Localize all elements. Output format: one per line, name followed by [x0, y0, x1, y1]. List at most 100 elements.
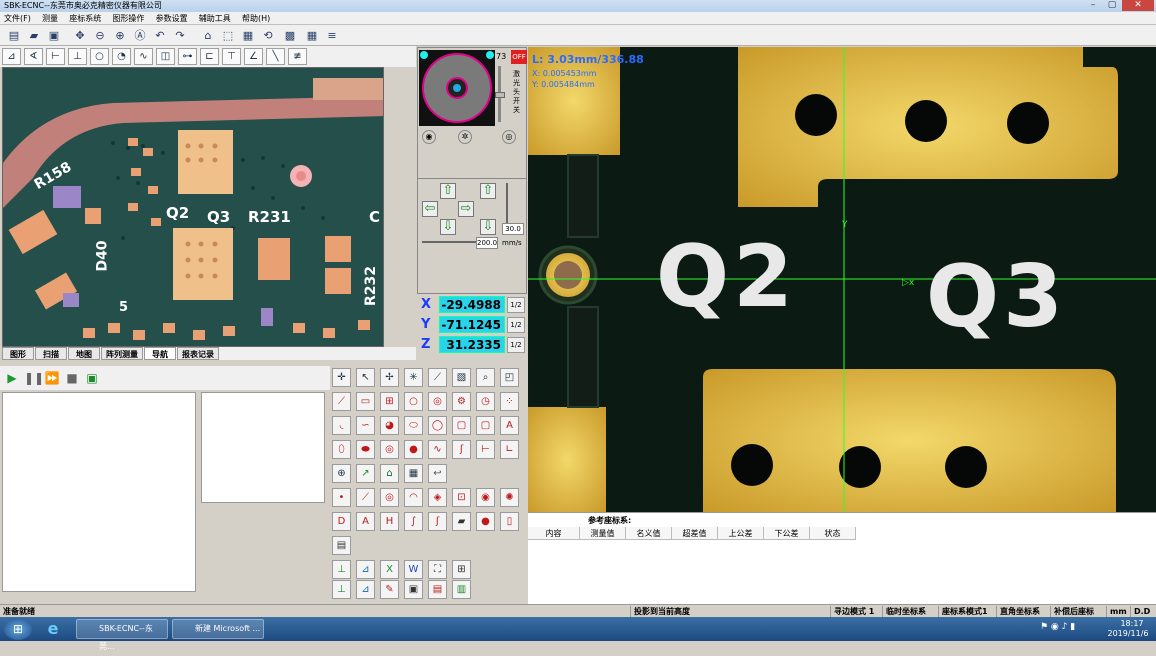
speed-slider-track[interactable] [422, 241, 476, 243]
dot-point-icon[interactable]: • [332, 488, 351, 507]
menu-coordinate[interactable]: 座标系统 [65, 12, 105, 25]
align-arrow-icon[interactable]: ↗ [356, 464, 375, 483]
slash-tool-icon[interactable]: ╲ [266, 48, 285, 65]
red-gear-icon[interactable]: ✺ [500, 488, 519, 507]
close-button[interactable]: ✕ [1122, 0, 1154, 11]
coord-translate-icon[interactable]: ⊥ [332, 580, 351, 599]
project-height-button[interactable]: 投影到当前高度 [630, 606, 780, 617]
grid-icon[interactable]: ▦ [304, 28, 320, 43]
text-icon[interactable]: Ⓐ [132, 28, 148, 43]
maximize-button[interactable]: ▢ [1103, 0, 1121, 11]
camera-snap-icon[interactable]: ◰ [500, 368, 519, 387]
open-folder-icon[interactable]: ▰ [26, 28, 42, 43]
tab-scan[interactable]: 扫描 [35, 347, 67, 360]
point-tool-icon[interactable]: ✛ [332, 368, 351, 387]
jog-up-arrow-icon[interactable]: ⇧ [440, 183, 456, 199]
rounded-rect-icon[interactable]: ▢ [476, 416, 495, 435]
red-arc-icon[interactable]: ◠ [404, 488, 423, 507]
back-arrow-icon[interactable]: ↩ [428, 464, 447, 483]
menu-file[interactable]: 文件(F) [0, 12, 35, 25]
step-value-field[interactable]: 30.0 [502, 223, 524, 235]
red-diamond-icon[interactable]: ◈ [428, 488, 447, 507]
angle3-tool-icon[interactable]: ∠ [244, 48, 263, 65]
jog-left-arrow-icon[interactable]: ⇦ [422, 201, 438, 217]
height-h-icon[interactable]: H [380, 512, 399, 531]
word-icon[interactable]: W [404, 560, 423, 579]
play-icon[interactable]: ▶ [4, 370, 20, 386]
tab-report[interactable]: 报表记录 [177, 347, 219, 360]
redo-icon[interactable]: ↷ [172, 28, 188, 43]
freeform-icon[interactable]: ʃ [452, 440, 471, 459]
stamp-icon[interactable]: ⌂ [380, 464, 399, 483]
new-file-icon[interactable]: ▤ [6, 28, 22, 43]
tab-map[interactable]: 地图 [68, 347, 100, 360]
line-fit-icon[interactable]: ⟋ [332, 392, 351, 411]
slot-icon[interactable]: ▢ [452, 416, 471, 435]
mit-icon[interactable]: ▤ [428, 580, 447, 599]
ring-light-icon[interactable] [419, 50, 495, 126]
red-rect-icon[interactable]: ⊡ [452, 488, 471, 507]
height-tool-icon[interactable]: ⊥ [68, 48, 87, 65]
main-camera-view[interactable]: Y ▷x Q2 Q3 L: 3.03mm/336.88 X: 0.005453m… [528, 47, 1156, 512]
rect-measure-icon[interactable]: ▭ [356, 392, 375, 411]
vertical-tool-icon[interactable]: ⊤ [222, 48, 241, 65]
taskbar-sbk-app[interactable]: SBK-ECNC--东莞... [76, 619, 168, 651]
dark-circle-icon[interactable]: ● [404, 440, 423, 459]
magnifier-icon[interactable]: ⌕ [476, 368, 495, 387]
red-ring-icon[interactable]: ◉ [476, 488, 495, 507]
dd-status[interactable]: D.D [1130, 606, 1153, 617]
rect-coord-status[interactable]: 直角坐标系 [996, 606, 1043, 617]
comp-coord-status[interactable]: 补偿后座标 [1050, 606, 1097, 617]
coord-mode-status[interactable]: 座标系模式1 [938, 606, 991, 617]
double-rect-icon[interactable]: ⊞ [380, 392, 399, 411]
oval-icon[interactable]: ⬯ [332, 440, 351, 459]
clock-date[interactable]: 2019/11/6 [1104, 629, 1152, 638]
curve-s-icon[interactable]: ∫ [404, 512, 423, 531]
dotted-circle-icon[interactable]: ⁘ [500, 392, 519, 411]
gear-circle-icon[interactable]: ⚙ [452, 392, 471, 411]
red-line-icon[interactable]: ⟋ [356, 488, 375, 507]
clock-time[interactable]: 18:17 [1112, 619, 1152, 628]
crosshair-icon[interactable]: ⊕ [332, 464, 351, 483]
col-upper-tol[interactable]: 上公差 [718, 527, 764, 540]
col-lower-tol[interactable]: 下公差 [764, 527, 810, 540]
x-half-button[interactable]: 1/2 [507, 297, 525, 313]
jog-right-arrow-icon[interactable]: ⇨ [458, 201, 474, 217]
move-icon[interactable]: ✥ [72, 28, 88, 43]
hatch-tool-icon[interactable]: ≢ [288, 48, 307, 65]
ellipse-icon[interactable]: ⬭ [404, 416, 423, 435]
tab-array-measure[interactable]: 阵列测量 [101, 347, 143, 360]
edge-mode-status[interactable]: 寻边模式 1 [830, 606, 877, 617]
curve-measure-icon[interactable]: ∽ [356, 416, 375, 435]
jog-z-up-arrow-icon[interactable]: ⇧ [480, 183, 496, 199]
zoom-icon[interactable]: ⊖ [92, 28, 108, 43]
sector-icon[interactable]: ◕ [380, 416, 399, 435]
calculator-icon[interactable]: ▦ [404, 464, 423, 483]
cursor-tool-icon[interactable]: ↖ [356, 368, 375, 387]
select-region-icon[interactable]: ⬚ [220, 28, 236, 43]
wave-icon[interactable]: ∿ [428, 440, 447, 459]
start-button-icon[interactable]: ⊞ [4, 618, 32, 640]
capsule-icon[interactable]: ⬬ [356, 440, 375, 459]
speed-value-field[interactable]: 200.0 [476, 237, 498, 249]
dimension-tool-icon[interactable]: ⊢ [46, 48, 65, 65]
menu-graphics[interactable]: 图形操作 [108, 12, 148, 25]
image-icon[interactable]: ▩ [282, 28, 298, 43]
col-deviation[interactable]: 超差值 [672, 527, 718, 540]
tab-graphics[interactable]: 图形 [2, 347, 34, 360]
element-list[interactable] [201, 392, 325, 503]
jog-z-down-arrow-icon[interactable]: ⇩ [480, 219, 496, 235]
angle2-tool-icon[interactable]: ∢ [24, 48, 43, 65]
concentric-icon[interactable]: ◎ [380, 440, 399, 459]
ring-select-icon[interactable]: ◉ [422, 130, 436, 144]
angle-a-icon[interactable]: A [356, 512, 375, 531]
light-slider-thumb[interactable] [495, 92, 505, 98]
jog-down-arrow-icon[interactable]: ⇩ [440, 219, 456, 235]
line-tool-icon[interactable]: ∿ [134, 48, 153, 65]
coaxial-select-icon[interactable]: ◎ [502, 130, 516, 144]
circle-target-icon[interactable]: ◎ [428, 392, 447, 411]
stop-icon[interactable]: ■ [64, 370, 80, 386]
step-slider-track[interactable] [506, 183, 508, 223]
export-icon[interactable]: ▣ [84, 370, 100, 386]
list-icon[interactable]: ≡ [324, 28, 340, 43]
